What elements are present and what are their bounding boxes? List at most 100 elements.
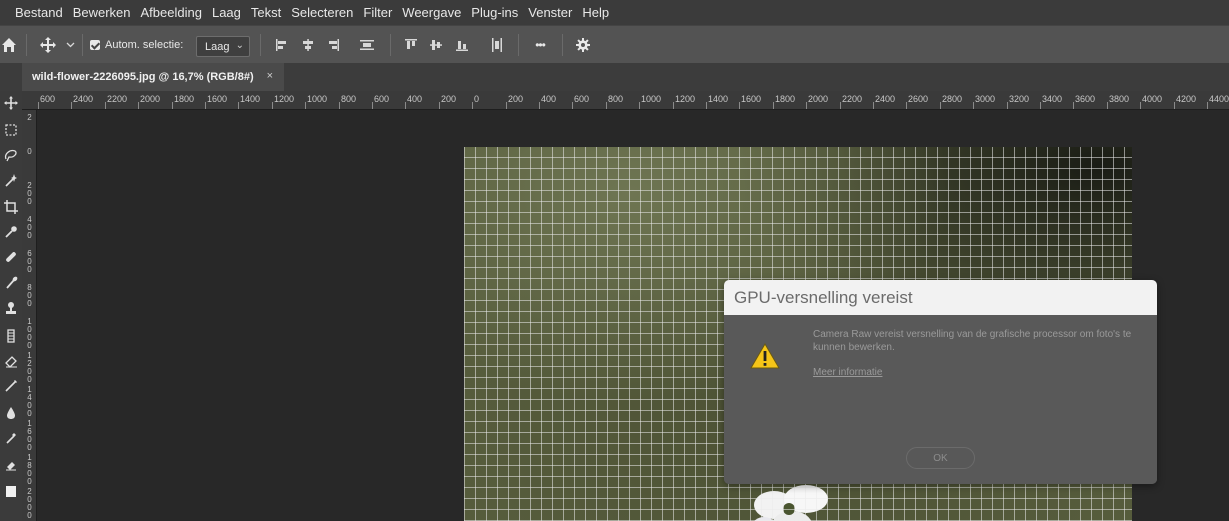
dodge-tool[interactable] — [3, 430, 19, 446]
lasso-tool[interactable] — [3, 147, 19, 163]
menu-tekst[interactable]: Tekst — [246, 0, 286, 25]
align-top-button[interactable] — [403, 26, 419, 64]
document-tab-bar: wild-flower-2226095.jpg @ 16,7% (RGB/8#)… — [0, 63, 1229, 91]
menu-bewerken[interactable]: Bewerken — [68, 0, 136, 25]
brush-icon — [6, 276, 18, 289]
home-button[interactable] — [0, 26, 18, 64]
align-vertical-center-button[interactable] — [428, 26, 444, 64]
distribute-spacing-button[interactable] — [359, 26, 375, 64]
crop-tool[interactable] — [3, 199, 19, 215]
align-right-icon — [329, 39, 339, 51]
preset-dropdown[interactable] — [64, 26, 76, 64]
menu-selecteren[interactable]: Selecteren — [286, 0, 358, 25]
chevron-down-icon: ⌄ — [235, 40, 244, 51]
menu-weergave[interactable]: Weergave — [397, 0, 466, 25]
ruler-tick — [1040, 102, 1041, 109]
menu-bestand[interactable]: Bestand — [10, 0, 68, 25]
move-tool[interactable] — [3, 95, 19, 111]
foreground-color-swatch[interactable] — [3, 483, 19, 499]
ruler-label: 1800 — [775, 94, 796, 104]
ruler-tick — [1140, 102, 1141, 109]
ruler-label: 2200 — [107, 94, 128, 104]
ruler-label: 3200 — [1009, 94, 1030, 104]
ruler-label: 1 0 0 0 — [27, 317, 32, 350]
ruler-label: 2600 — [908, 94, 929, 104]
ruler-label: 2800 — [942, 94, 963, 104]
settings-button[interactable] — [574, 26, 592, 64]
more-options-button[interactable]: ••• — [529, 26, 551, 64]
type-tool[interactable] — [3, 456, 19, 472]
object-select-tool[interactable] — [3, 172, 19, 188]
ruler-label: 0 — [27, 147, 32, 156]
menu-filter[interactable]: Filter — [358, 0, 397, 25]
document-tab[interactable]: wild-flower-2226095.jpg @ 16,7% (RGB/8#)… — [22, 63, 284, 91]
menu-venster[interactable]: Venster — [523, 0, 577, 25]
align-bottom-button[interactable] — [454, 26, 470, 64]
menu-help[interactable]: Help — [577, 0, 614, 25]
separator — [82, 34, 83, 56]
auto-select-label: Autom. selectie: — [105, 39, 184, 51]
history-brush-icon — [7, 329, 15, 343]
more-info-link[interactable]: Meer informatie — [813, 367, 882, 378]
pen-icon — [5, 380, 17, 392]
history-brush-tool[interactable] — [3, 328, 19, 344]
ruler-tick — [1007, 102, 1008, 109]
ruler-label: 2000 — [140, 94, 161, 104]
healing-brush-tool[interactable] — [3, 249, 19, 265]
ruler-label: 800 — [608, 94, 624, 104]
brush-tool[interactable] — [3, 275, 19, 291]
dialog-body: Camera Raw vereist versnelling van de gr… — [724, 315, 1157, 484]
align-right-button[interactable] — [325, 26, 341, 64]
marquee-icon — [5, 124, 17, 136]
chevron-down-icon — [66, 42, 74, 48]
ruler-tick — [639, 102, 640, 109]
dialog-message: Camera Raw vereist versnelling van de gr… — [813, 329, 1132, 353]
ruler-label: 1200 — [274, 94, 295, 104]
eraser-tool[interactable] — [3, 353, 19, 369]
ruler-label: 1 6 0 0 — [27, 419, 32, 452]
pen-nib-icon — [6, 433, 16, 444]
auto-select-target-value: Laag — [205, 40, 230, 53]
blur-tool[interactable] — [3, 405, 19, 421]
move-tool-preset-button[interactable] — [38, 26, 58, 64]
menu-plug-ins[interactable]: Plug-ins — [466, 0, 523, 25]
ruler-label: 1 4 0 0 — [27, 385, 32, 418]
auto-select-toggle[interactable]: Autom. selectie: — [90, 26, 183, 64]
ruler-tick — [372, 102, 373, 109]
align-horizontal-center-icon — [303, 39, 313, 51]
ruler-tick — [940, 102, 941, 109]
ruler-tick — [506, 102, 507, 109]
menu-laag[interactable]: Laag — [207, 0, 246, 25]
ok-button[interactable]: OK — [906, 447, 975, 469]
close-icon[interactable]: × — [267, 70, 273, 82]
auto-select-checkbox[interactable] — [90, 40, 100, 50]
ruler-tick — [973, 102, 974, 109]
pen-tool[interactable] — [3, 378, 19, 394]
ruler-label: 2400 — [73, 94, 94, 104]
drop-icon — [7, 407, 15, 419]
ruler-tick — [172, 102, 173, 109]
auto-select-target-select[interactable]: Laag ⌄ — [196, 36, 250, 57]
ruler-tick — [138, 102, 139, 109]
eyedropper-tool[interactable] — [3, 224, 19, 240]
ruler-label: 600 — [574, 94, 590, 104]
ruler-label: 4200 — [1176, 94, 1197, 104]
align-horizontal-center-button[interactable] — [300, 26, 316, 64]
ruler-label: 1 8 0 0 — [27, 453, 32, 486]
align-left-button[interactable] — [274, 26, 290, 64]
gpu-required-dialog: GPU-versnelling vereist Camera Raw verei… — [724, 280, 1157, 484]
color-swatch-icon — [6, 486, 16, 497]
ruler-tick — [105, 102, 106, 109]
ruler-label: 8 0 0 — [27, 283, 32, 308]
ruler-tick — [205, 102, 206, 109]
clone-stamp-tool[interactable] — [3, 300, 19, 316]
stamp-icon — [6, 302, 16, 314]
document-tab-title: wild-flower-2226095.jpg @ 16,7% (RGB/8#) — [32, 71, 254, 83]
menu-afbeelding[interactable]: Afbeelding — [136, 0, 207, 25]
align-left-icon — [276, 39, 286, 51]
ruler-tick — [873, 102, 874, 109]
marquee-tool[interactable] — [3, 122, 19, 138]
distribute-vertical-icon — [492, 38, 502, 52]
ruler-tick — [572, 102, 573, 109]
distribute-vertical-button[interactable] — [489, 26, 505, 64]
